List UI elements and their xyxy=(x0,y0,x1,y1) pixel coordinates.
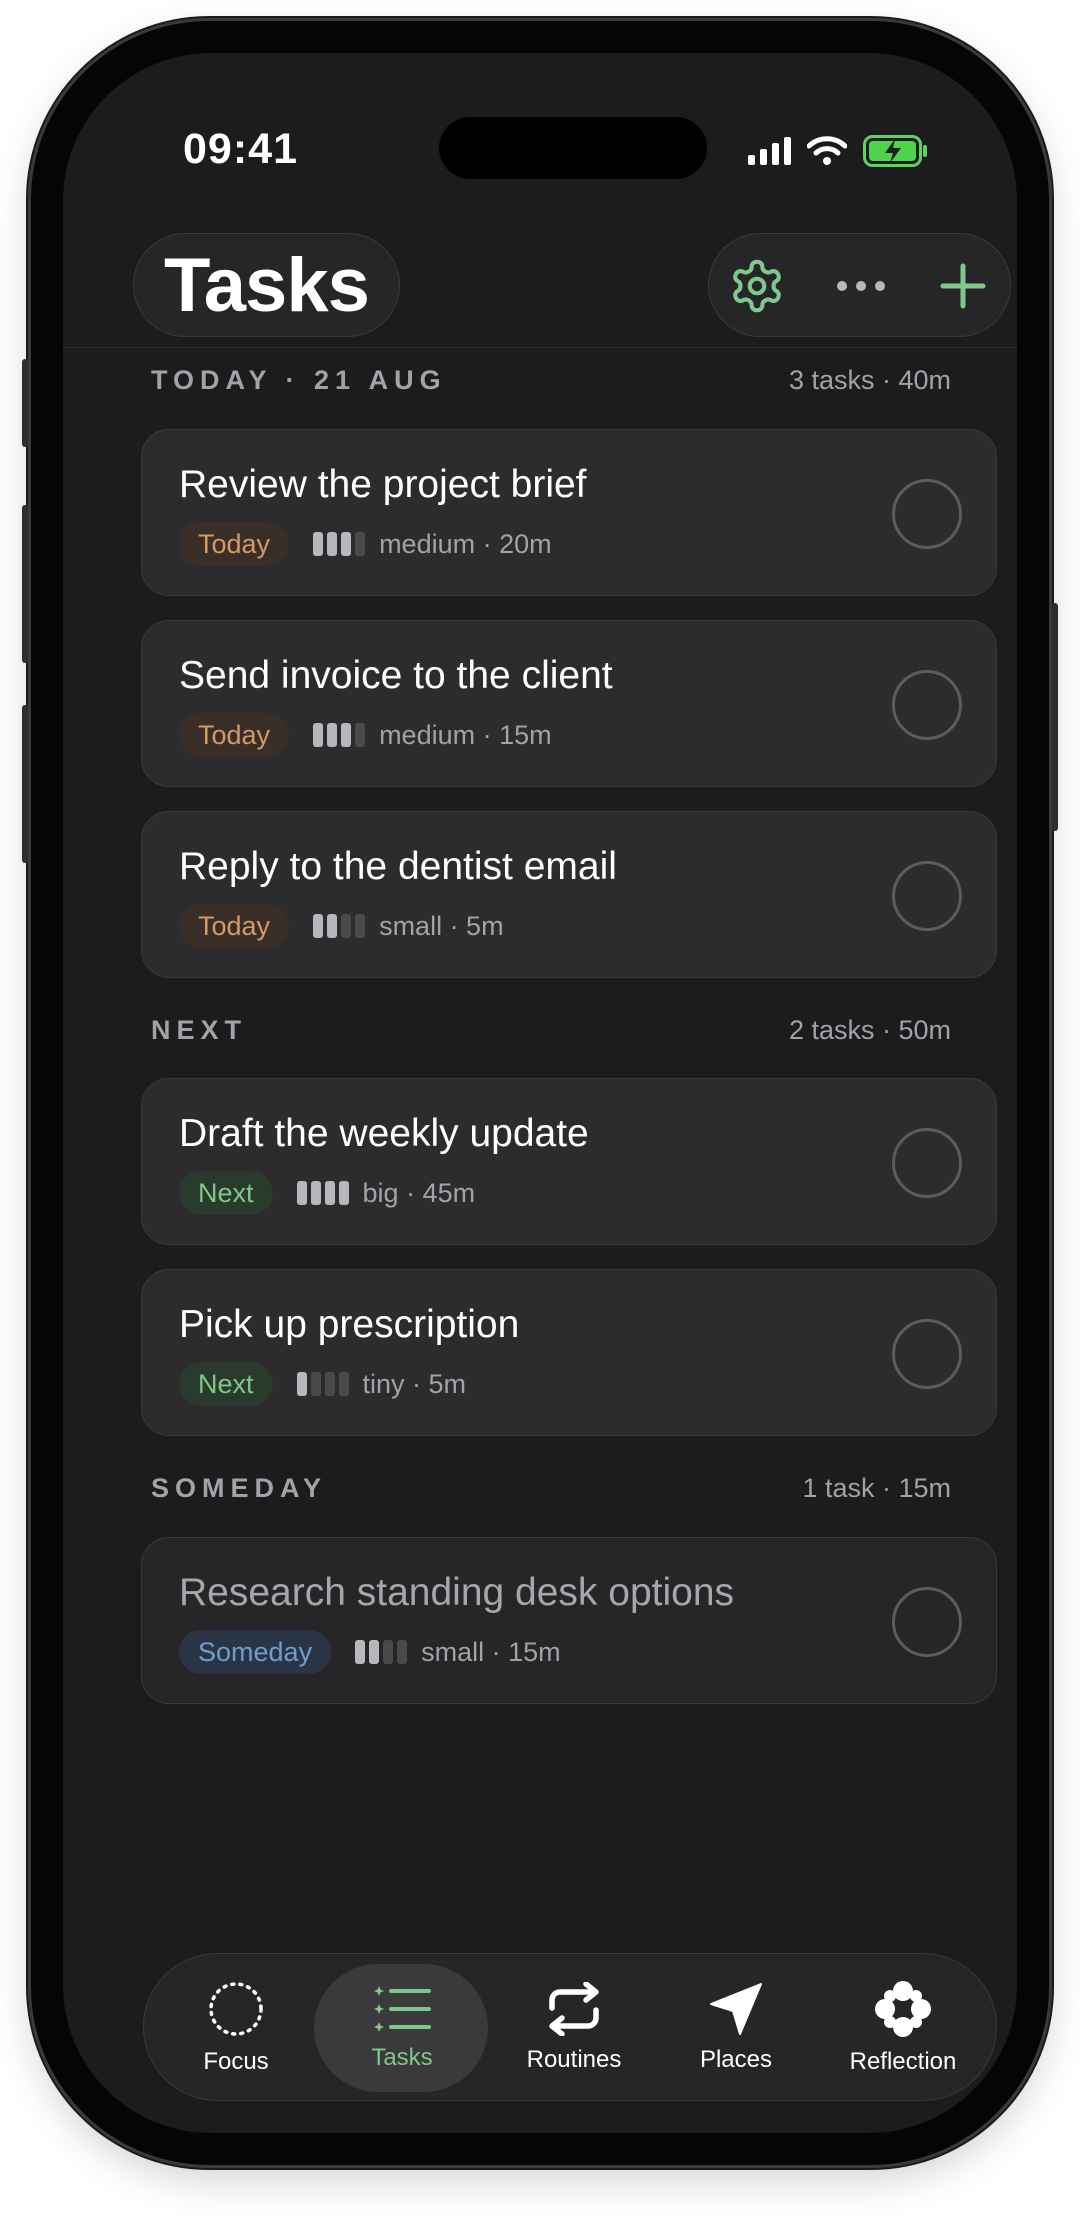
task-size: small · 5m xyxy=(379,910,504,941)
tab-label: Reflection xyxy=(849,2048,957,2075)
task-meta: Today small · 5m xyxy=(179,904,504,948)
task-card[interactable]: Review the project brief Today medium · … xyxy=(141,429,997,596)
battery-charging-icon xyxy=(863,135,927,167)
effort-bars-icon xyxy=(296,1372,349,1396)
task-size: tiny · 5m xyxy=(362,1368,467,1399)
section-header-next: NEXT 2 tasks · 50m xyxy=(151,1015,951,1046)
task-title: Review the project brief xyxy=(179,463,587,506)
tab-places[interactable]: Places xyxy=(658,1954,814,2102)
effort-bars-icon xyxy=(355,1640,408,1664)
task-card[interactable]: Draft the weekly update Next big · 45m xyxy=(141,1078,997,1245)
list-icon xyxy=(374,1986,431,2032)
tab-routines[interactable]: Routines xyxy=(490,1954,658,2102)
gear-icon xyxy=(733,259,781,313)
power-button xyxy=(1052,603,1058,831)
more-button[interactable] xyxy=(819,234,903,338)
task-title: Send invoice to the client xyxy=(179,654,613,697)
section-title: NEXT xyxy=(151,1015,248,1045)
effort-bars-icon xyxy=(313,723,366,747)
task-card[interactable]: Reply to the dentist email Today small ·… xyxy=(141,811,997,978)
tab-bar: Focus Tasks Routines Places Reflection xyxy=(143,1953,997,2101)
tab-label: Places xyxy=(699,2046,773,2073)
screen: 09:41 Tasks TODAY · 21 AUG 3 tasks · 40m… xyxy=(63,53,1017,2133)
task-meta: Next big · 45m xyxy=(179,1171,475,1215)
effort-bars-icon xyxy=(313,532,366,556)
section-summary: 1 task · 15m xyxy=(802,1473,951,1503)
volume-up-button xyxy=(22,505,28,663)
cellular-signal-icon xyxy=(748,137,791,165)
task-meta: Next tiny · 5m xyxy=(179,1362,466,1406)
volume-down-button xyxy=(22,705,28,863)
location-arrow-icon xyxy=(710,1983,762,2035)
task-title: Pick up prescription xyxy=(179,1303,520,1346)
section-header-someday: SOMEDAY 1 task · 15m xyxy=(151,1473,951,1504)
tab-tasks[interactable]: Tasks xyxy=(316,1954,488,2102)
tab-label: Tasks xyxy=(371,2044,433,2071)
status-badge: Someday xyxy=(179,1630,332,1674)
page-title: Tasks xyxy=(164,242,370,328)
tab-focus[interactable]: Focus xyxy=(150,1954,322,2102)
effort-bars-icon xyxy=(296,1181,349,1205)
settings-button[interactable] xyxy=(715,234,799,338)
repeat-icon xyxy=(549,1982,599,2036)
plus-icon xyxy=(940,263,986,309)
status-time: 09:41 xyxy=(183,125,298,173)
status-badge: Next xyxy=(179,1171,273,1215)
tab-reflection[interactable]: Reflection xyxy=(818,1954,988,2102)
task-meta: Someday small · 15m xyxy=(179,1630,561,1674)
dynamic-island xyxy=(439,117,707,179)
section-summary: 3 tasks · 40m xyxy=(788,365,951,395)
status-badge: Today xyxy=(179,904,290,948)
flower-icon xyxy=(875,1981,931,2037)
task-title: Reply to the dentist email xyxy=(179,845,617,888)
status-badge: Today xyxy=(179,522,290,566)
task-size: small · 15m xyxy=(421,1636,561,1667)
tab-label: Focus xyxy=(203,2048,269,2075)
status-badge: Next xyxy=(179,1362,273,1406)
ellipsis-icon xyxy=(837,281,885,291)
complete-checkbox[interactable] xyxy=(892,1587,962,1657)
header-divider xyxy=(63,347,1017,348)
task-title: Research standing desk options xyxy=(179,1571,735,1614)
status-icons xyxy=(748,135,929,167)
task-card[interactable]: Pick up prescription Next tiny · 5m xyxy=(141,1269,997,1436)
task-card[interactable]: Send invoice to the client Today medium … xyxy=(141,620,997,787)
effort-bars-icon xyxy=(313,914,366,938)
phone-frame: 09:41 Tasks TODAY · 21 AUG 3 tasks · 40m… xyxy=(22,21,1058,2165)
status-badge: Today xyxy=(179,713,290,757)
dotted-circle-icon xyxy=(209,1982,263,2036)
complete-checkbox[interactable] xyxy=(892,1319,962,1389)
complete-checkbox[interactable] xyxy=(892,479,962,549)
wifi-icon xyxy=(807,136,847,165)
task-meta: Today medium · 20m xyxy=(179,522,552,566)
complete-checkbox[interactable] xyxy=(892,670,962,740)
task-meta: Today medium · 15m xyxy=(179,713,552,757)
header-actions xyxy=(708,233,1011,337)
section-title: SOMEDAY xyxy=(151,1473,328,1503)
task-title: Draft the weekly update xyxy=(179,1112,589,1155)
complete-checkbox[interactable] xyxy=(892,861,962,931)
title-pill: Tasks xyxy=(133,233,400,337)
task-card[interactable]: Research standing desk options Someday s… xyxy=(141,1537,997,1704)
action-button xyxy=(22,359,28,447)
task-size: medium · 20m xyxy=(379,528,552,559)
complete-checkbox[interactable] xyxy=(892,1128,962,1198)
task-size: big · 45m xyxy=(362,1177,476,1208)
section-summary: 2 tasks · 50m xyxy=(788,1015,951,1045)
section-header-today: TODAY · 21 AUG 3 tasks · 40m xyxy=(151,365,951,396)
add-task-button[interactable] xyxy=(921,234,1005,338)
tab-label: Routines xyxy=(526,2046,622,2073)
section-title: TODAY · 21 AUG xyxy=(151,365,447,395)
task-size: medium · 15m xyxy=(379,719,552,750)
